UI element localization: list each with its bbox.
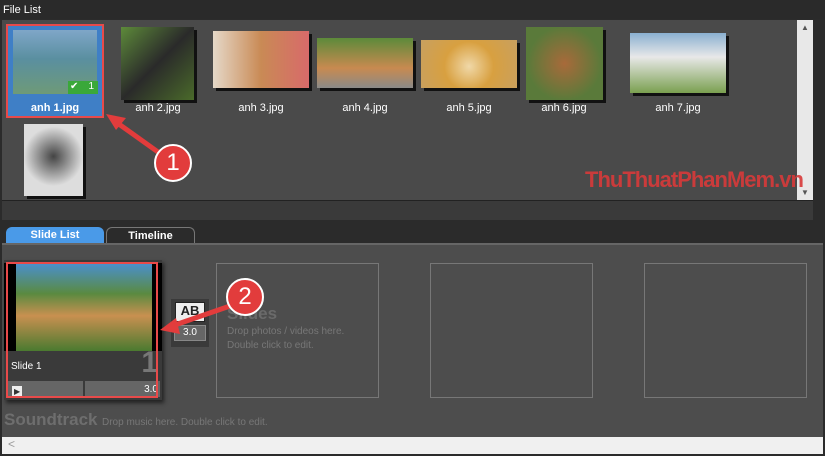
arrow-2-head: [160, 318, 180, 334]
annotation-1: 1: [154, 144, 192, 182]
annotation-arrows: [106, 114, 231, 334]
arrow-1: [114, 119, 160, 155]
annotation-2: 2: [226, 278, 264, 316]
arrow-2: [171, 303, 231, 329]
